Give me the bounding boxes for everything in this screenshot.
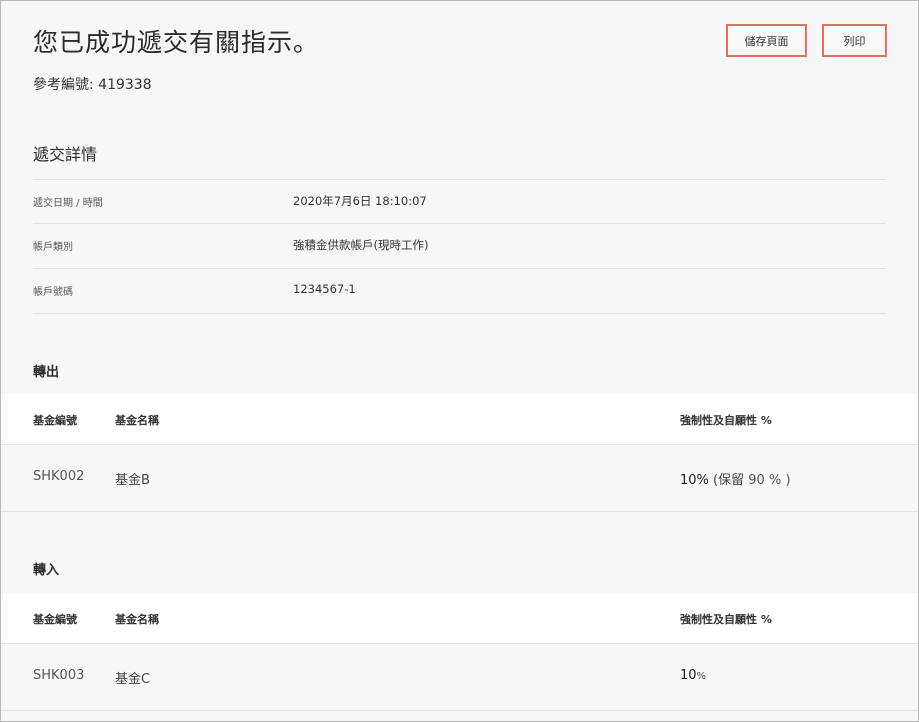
percentage-value: 10 xyxy=(680,668,697,683)
column-header-fund-name: 基金名稱 xyxy=(115,613,159,626)
fund-percentage: 10% (保留 90 % ) xyxy=(680,469,791,488)
column-header-percentage: 強制性及自願性 % xyxy=(680,414,772,427)
detail-label: 帳戶號碼 xyxy=(33,287,73,298)
confirmation-page: 您已成功遞交有關指示。 參考編號: 419338 儲存頁面 列印 遞交詳情 遞交… xyxy=(0,0,919,722)
fund-code: SHK003 xyxy=(33,668,85,683)
detail-row-account-number: 帳戶號碼 1234567-1 xyxy=(33,268,886,314)
column-header-fund-code: 基金編號 xyxy=(33,613,77,626)
detail-value: 1234567-1 xyxy=(293,282,356,296)
detail-value: 強積金供款帳戶(現時工作) xyxy=(293,238,429,252)
save-page-button[interactable]: 儲存頁面 xyxy=(726,24,807,57)
reference-label: 參考編號: xyxy=(33,77,94,93)
reference-number: 參考編號: 419338 xyxy=(33,74,152,94)
retain-label: (保留 xyxy=(713,473,745,488)
percentage-value: 10% xyxy=(680,473,709,488)
column-header-percentage: 強制性及自願性 % xyxy=(680,613,772,626)
fund-name: 基金B xyxy=(115,473,150,488)
detail-row-submission-time: 遞交日期 / 時間 2020年7月6日 18:10:07 xyxy=(33,179,886,224)
detail-row-account-type: 帳戶類別 強積金供款帳戶(現時工作) xyxy=(33,223,886,268)
percentage-sign: % xyxy=(696,671,707,682)
retain-suffix: % ) xyxy=(768,473,791,488)
detail-value: 2020年7月6日 18:10:07 xyxy=(293,194,427,208)
table-row: SHK003 基金C 10% xyxy=(1,644,918,711)
detail-label: 帳戶類別 xyxy=(33,242,73,253)
print-button[interactable]: 列印 xyxy=(822,24,887,57)
page-title: 您已成功遞交有關指示。 xyxy=(33,28,320,57)
transfer-in-table-header: 基金編號 基金名稱 強制性及自願性 % xyxy=(1,593,918,644)
transfer-out-title: 轉出 xyxy=(33,365,60,380)
submission-details-title: 遞交詳情 xyxy=(33,145,98,164)
fund-code: SHK002 xyxy=(33,469,85,484)
fund-name: 基金C xyxy=(115,672,151,687)
detail-label: 遞交日期 / 時間 xyxy=(33,198,103,209)
column-header-fund-code: 基金編號 xyxy=(33,414,77,427)
retain-value: 90 xyxy=(748,473,765,488)
fund-percentage: 10% xyxy=(680,668,706,683)
table-row: SHK002 基金B 10% (保留 90 % ) xyxy=(1,445,918,512)
column-header-fund-name: 基金名稱 xyxy=(115,414,159,427)
reference-value: 419338 xyxy=(98,77,152,93)
transfer-out-table-header: 基金編號 基金名稱 強制性及自願性 % xyxy=(1,394,918,445)
transfer-in-title: 轉入 xyxy=(33,563,60,578)
